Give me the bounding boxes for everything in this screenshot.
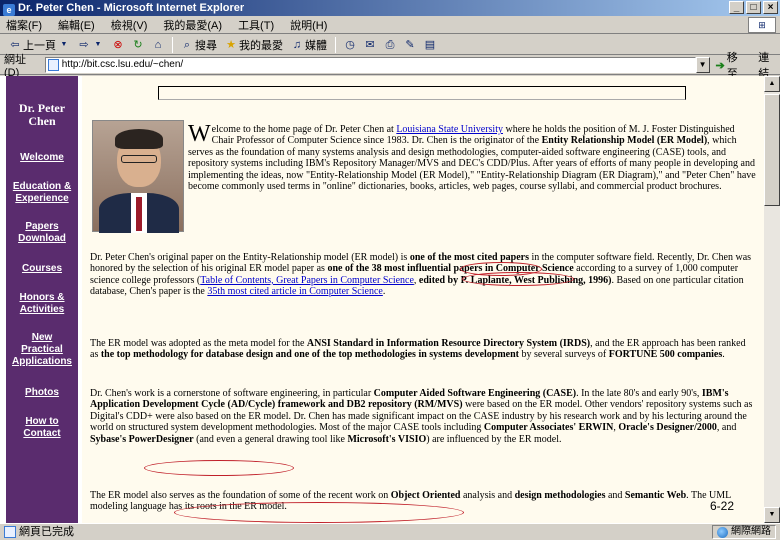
menu-tools[interactable]: 工具(T) [238, 17, 274, 33]
sidebar-link-education[interactable]: Education & Experience [9, 181, 75, 205]
oo-paragraph: The ER model also serves as the foundati… [90, 490, 731, 513]
toolbar-separator [172, 36, 173, 53]
banner-frame [158, 86, 686, 100]
favorites-button[interactable]: ★ 我的最愛 [222, 36, 286, 54]
star-icon: ★ [226, 38, 236, 51]
page-viewport: Dr. Peter Chen Welcome Education & Exper… [0, 76, 764, 523]
sidebar-link-applications[interactable]: New Practical Applications [11, 332, 73, 368]
sidebar-name: Dr. Peter Chen [18, 101, 66, 128]
sidebar: Dr. Peter Chen Welcome Education & Exper… [6, 76, 78, 523]
status-text: 網頁已完成 [19, 526, 74, 538]
portrait-photo [92, 120, 184, 233]
menu-help[interactable]: 說明(H) [290, 17, 327, 33]
forward-arrow-icon: ⇨ [79, 38, 89, 51]
toolbar-separator [335, 36, 336, 53]
page-icon [47, 59, 59, 71]
case-paragraph: Dr. Chen's work is a cornerstone of soft… [90, 388, 753, 445]
dropdown-icon: ▼ [94, 40, 102, 48]
mail-button[interactable]: ✉ [361, 36, 379, 54]
close-button[interactable]: × [763, 1, 778, 14]
history-button[interactable]: ◷ [341, 36, 359, 54]
intro-paragraph: Welcome to the home page of Dr. Peter Ch… [188, 121, 756, 193]
history-icon: ◷ [345, 38, 355, 51]
address-value: http://bit.csc.lsu.edu/~chen/ [61, 59, 184, 70]
toolbar: ⇦ 上一頁 ▼ ⇨ ▼ ⊗ ↻ ⌂ ⌕ 搜尋 ★ 我的最愛 ♫ 媒體 ◷ ✉ ⎙… [0, 35, 780, 55]
go-arrow-icon: ➔ [715, 59, 725, 72]
great-papers-link[interactable]: Table of Contents, Great Papers in Compu… [200, 275, 414, 286]
lsu-link[interactable]: Louisiana State University [396, 124, 503, 135]
address-dropdown-button[interactable]: ▼ [695, 57, 710, 73]
media-icon: ♫ [292, 38, 302, 51]
menu-favorites[interactable]: 我的最愛(A) [163, 17, 222, 33]
search-button[interactable]: ⌕ 搜尋 [178, 36, 220, 54]
windows-logo-icon: ⊞ [748, 17, 776, 33]
maximize-button[interactable]: □ [746, 1, 761, 14]
stop-button[interactable]: ⊗ [109, 36, 127, 54]
sidebar-link-contact[interactable]: How to Contact [17, 416, 67, 440]
main-content: Welcome to the home page of Dr. Peter Ch… [82, 76, 764, 523]
edit-icon: ✎ [405, 38, 415, 51]
ie-icon: e [3, 4, 15, 16]
annotation-ellipse [144, 460, 294, 476]
page-done-icon [4, 526, 16, 538]
search-icon: ⌕ [183, 38, 191, 51]
sidebar-link-photos[interactable]: Photos [9, 387, 75, 399]
standards-paragraph: The ER model was adopted as the meta mod… [90, 338, 746, 361]
slide-number: 6-22 [710, 499, 735, 513]
menu-bar: 檔案(F) 編輯(E) 檢視(V) 我的最愛(A) 工具(T) 說明(H) ⊞ [0, 16, 780, 34]
most-cited-link[interactable]: 35th most cited article in Computer Scie… [207, 286, 383, 297]
address-label: 網址(D) [4, 54, 26, 79]
security-zone: 網際網路 [712, 525, 776, 539]
refresh-button[interactable]: ↻ [129, 36, 147, 54]
sidebar-link-honors[interactable]: Honors & Activities [14, 292, 70, 316]
refresh-icon: ↻ [133, 38, 143, 51]
discuss-button[interactable]: ▤ [421, 36, 439, 54]
sidebar-link-courses[interactable]: Courses [9, 263, 75, 275]
document-icon: ▤ [424, 38, 436, 51]
home-icon: ⌂ [154, 38, 162, 51]
dropdown-icon: ▼ [60, 40, 68, 48]
print-icon: ⎙ [385, 38, 395, 51]
forward-button[interactable]: ⇨ ▼ [75, 36, 107, 54]
address-input[interactable]: http://bit.csc.lsu.edu/~chen/ [44, 57, 696, 73]
minimize-button[interactable]: _ [729, 1, 744, 14]
menu-file[interactable]: 檔案(F) [6, 17, 42, 33]
window-title: Dr. Peter Chen - Microsoft Internet Expl… [18, 2, 245, 14]
citation-paragraph: Dr. Peter Chen's original paper on the E… [90, 252, 752, 298]
print-button[interactable]: ⎙ [381, 36, 399, 54]
vertical-scrollbar[interactable]: ▲ ▼ [764, 76, 780, 523]
stop-icon: ⊗ [113, 38, 123, 51]
globe-icon [717, 526, 728, 538]
sidebar-link-papers[interactable]: Papers Download [17, 221, 67, 245]
scroll-thumb[interactable] [764, 94, 780, 206]
edit-button[interactable]: ✎ [401, 36, 419, 54]
favorites-label: 我的最愛 [239, 39, 283, 52]
menu-view[interactable]: 檢視(V) [111, 17, 148, 33]
menu-edit[interactable]: 編輯(E) [58, 17, 95, 33]
media-button[interactable]: ♫ 媒體 [288, 36, 330, 54]
media-label: 媒體 [305, 39, 327, 52]
scroll-down-button[interactable]: ▼ [764, 507, 780, 523]
sidebar-link-welcome[interactable]: Welcome [9, 152, 75, 164]
status-bar: 網頁已完成 網際網路 [0, 523, 780, 540]
home-button[interactable]: ⌂ [149, 36, 167, 54]
title-bar: e Dr. Peter Chen - Microsoft Internet Exp… [0, 0, 780, 16]
address-bar: 網址(D) http://bit.csc.lsu.edu/~chen/ ▼ ➔ … [0, 52, 780, 80]
search-label: 搜尋 [195, 39, 217, 52]
zone-label: 網際網路 [731, 526, 771, 537]
back-arrow-icon: ⇦ [10, 38, 20, 51]
mail-icon: ✉ [365, 38, 375, 51]
scroll-up-button[interactable]: ▲ [764, 76, 780, 92]
drop-cap: W [188, 121, 211, 147]
